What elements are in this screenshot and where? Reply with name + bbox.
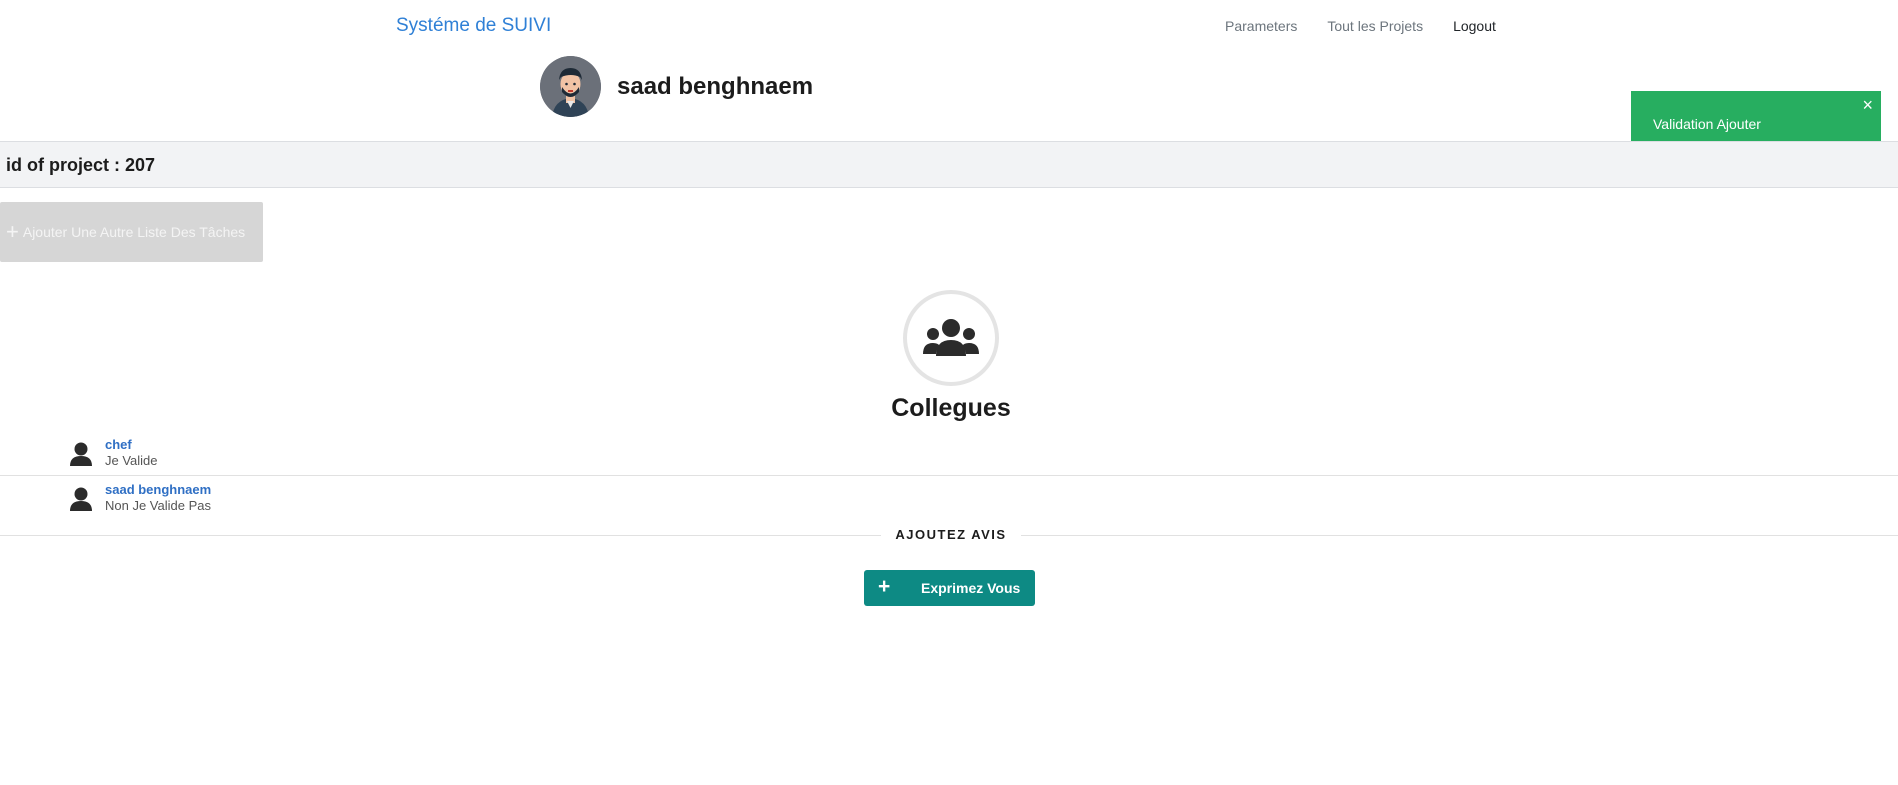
project-id-label: id of project : 207 [6, 155, 156, 175]
nav-links: Parameters Tout les Projets Logout [1225, 18, 1496, 34]
feedback-section-label: AJOUTEZ AVIS [0, 526, 1898, 544]
team-title: Collegues [891, 394, 1011, 422]
feedback-section-text: AJOUTEZ AVIS [881, 527, 1021, 542]
add-task-list-button[interactable]: + Ajouter Une Autre Liste Des Tâches [0, 202, 263, 262]
brand-link[interactable]: Systéme de SUIVI [396, 15, 551, 37]
user-icon [70, 487, 92, 516]
toast-message: Validation Ajouter [1653, 116, 1761, 132]
user-icon [70, 442, 92, 471]
list-item: chef Je Valide [0, 432, 1898, 476]
profile-name: saad benghnaem [617, 72, 814, 100]
member-status: Non Je Valide Pas [105, 498, 211, 513]
close-icon[interactable]: × [1862, 96, 1873, 114]
top-navbar: Systéme de SUIVI Parameters Tout les Pro… [0, 0, 1898, 52]
add-task-list-label: Ajouter Une Autre Liste Des Tâches [22, 224, 246, 240]
users-group-icon [903, 290, 999, 386]
nav-link-logout[interactable]: Logout [1453, 18, 1496, 34]
plus-icon: + [6, 219, 19, 244]
project-id-bar: id of project : 207 [0, 141, 1898, 188]
plus-icon: + [878, 575, 891, 598]
nav-link-parameters[interactable]: Parameters [1225, 18, 1297, 34]
express-yourself-button[interactable]: + Exprimez Vous [864, 570, 1035, 606]
user-profile-header: saad benghnaem [540, 56, 813, 117]
member-name[interactable]: chef [105, 437, 132, 452]
avatar [540, 56, 601, 117]
member-name[interactable]: saad benghnaem [105, 482, 211, 497]
express-yourself-label: Exprimez Vous [921, 580, 1021, 596]
nav-link-all-projects[interactable]: Tout les Projets [1327, 18, 1423, 34]
member-status: Je Valide [105, 453, 158, 468]
list-item: saad benghnaem Non Je Valide Pas [0, 477, 1898, 521]
